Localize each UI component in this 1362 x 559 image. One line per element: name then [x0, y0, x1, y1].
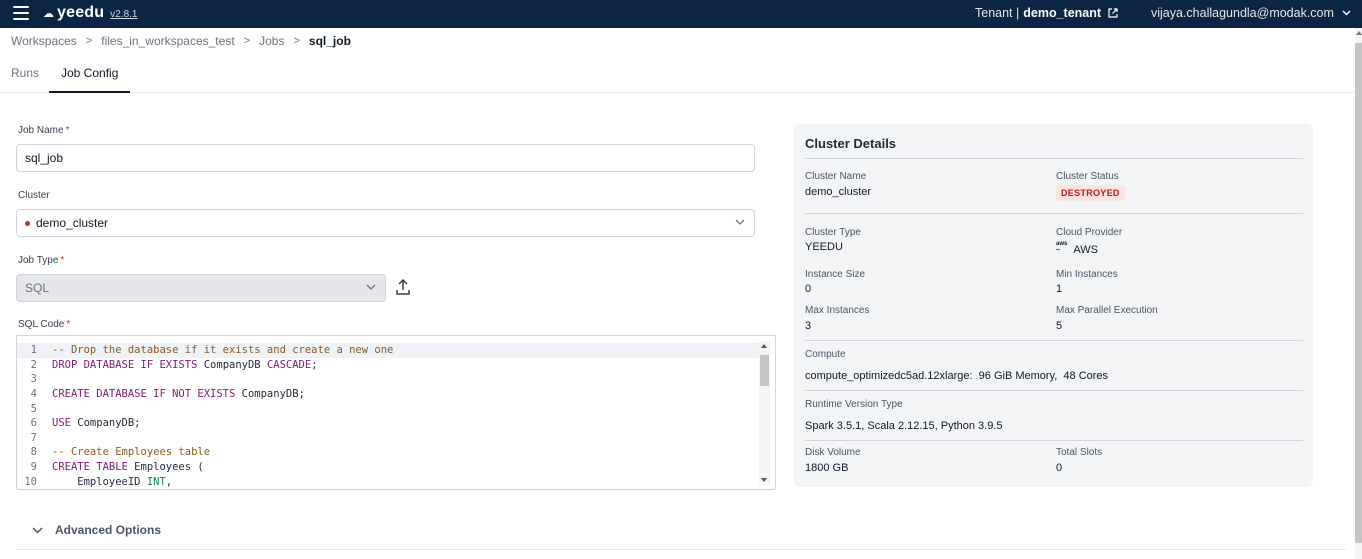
scroll-up-icon[interactable]: [761, 344, 767, 348]
active-tab-indicator: [49, 91, 130, 93]
menu-icon[interactable]: [13, 6, 29, 20]
editor-scroll-thumb[interactable]: [760, 355, 769, 386]
max-parallel-value: 5: [1056, 320, 1063, 332]
cluster-status-label: Cluster Status: [1056, 171, 1119, 182]
chevron-down-icon: [366, 284, 376, 290]
chevron-down-icon: [32, 527, 43, 533]
chevron-right-icon: >: [85, 35, 93, 47]
instance-size-value: 0: [805, 283, 812, 295]
chevron-right-icon: >: [243, 35, 251, 47]
disk-volume-value: 1800 GB: [805, 462, 849, 474]
code-line: 3: [30, 373, 37, 386]
cluster-select[interactable]: demo_cluster: [16, 209, 755, 237]
external-link-icon[interactable]: [1108, 8, 1118, 18]
code-line: 8 -- Create Employees table: [30, 446, 211, 459]
cluster-status-dot: [25, 220, 30, 226]
code-line: 9 CREATE TABLE Employees (: [30, 461, 204, 474]
user-email: vijaya.challagundla@modak.com: [1151, 6, 1334, 20]
breadcrumb-workspaces[interactable]: Workspaces: [11, 34, 77, 48]
min-instances-label: Min Instances: [1056, 269, 1118, 280]
code-line: 7: [30, 431, 37, 444]
page-scroll-thumb[interactable]: [1355, 43, 1362, 543]
cluster-label: Cluster: [18, 190, 50, 201]
advanced-options-label: Advanced Options: [55, 523, 162, 537]
upload-icon[interactable]: [395, 278, 411, 296]
code-line: 10 EmployeeID INT,: [24, 475, 173, 488]
cluster-type-value: YEEDU: [805, 241, 843, 253]
min-instances-value: 1: [1056, 283, 1063, 295]
breadcrumb-jobs[interactable]: Jobs: [259, 34, 284, 48]
max-instances-label: Max Instances: [805, 305, 870, 316]
cluster-status-badge: DESTROYED: [1056, 185, 1125, 201]
user-menu[interactable]: vijaya.challagundla@modak.com: [1151, 6, 1351, 20]
divider: [805, 158, 1303, 159]
instance-size-label: Instance Size: [805, 269, 866, 280]
cluster-name-value: demo_cluster: [805, 186, 872, 198]
code-line: 4 CREATE DATABASE IF NOT EXISTS CompanyDB…: [30, 388, 305, 401]
scroll-up-icon[interactable]: [1356, 31, 1362, 35]
tab-runs[interactable]: Runs: [11, 66, 39, 80]
divider: [805, 340, 1303, 341]
cloud-provider-label: Cloud Provider: [1056, 227, 1123, 238]
cluster-details-title: Cluster Details: [805, 136, 897, 151]
total-slots-value: 0: [1056, 462, 1063, 474]
job-type-select: SQL: [16, 274, 386, 302]
scroll-down-icon[interactable]: [761, 478, 767, 482]
cluster-details-card: Cluster Details Cluster Name demo_cluste…: [794, 124, 1313, 487]
max-parallel-label: Max Parallel Execution: [1056, 305, 1158, 316]
total-slots-label: Total Slots: [1056, 447, 1103, 458]
advanced-options-toggle[interactable]: Advanced Options: [16, 520, 161, 540]
job-name-input[interactable]: sql_job: [16, 144, 755, 172]
page-scrollbar[interactable]: [1355, 28, 1362, 559]
max-instances-value: 3: [805, 320, 812, 332]
disk-volume-label: Disk Volume: [805, 447, 861, 458]
cluster-type-label: Cluster Type: [805, 227, 861, 238]
cluster-name-label: Cluster Name: [805, 171, 867, 182]
compute-label: Compute: [805, 349, 846, 360]
code-line: 1 -- Drop the database if it exists and c…: [17, 343, 759, 358]
chevron-right-icon: >: [293, 35, 300, 47]
aws-logo-icon: aws ⌣: [1056, 241, 1068, 253]
app-logo[interactable]: ☁ yeedu v2.8.1: [43, 4, 138, 22]
tenant-name: demo_tenant: [1023, 6, 1102, 20]
cluster-select-value: demo_cluster: [36, 216, 109, 230]
breadcrumb-workspace[interactable]: files_in_workspaces_test: [101, 34, 234, 48]
divider: [16, 549, 1346, 550]
chevron-down-icon: [735, 219, 745, 225]
tenant-label: Tenant |: [975, 6, 1020, 20]
sql-code-label: SQL Code *: [18, 319, 71, 330]
editor-scrollbar[interactable]: [759, 341, 770, 485]
chevron-down-icon: [1342, 10, 1351, 16]
job-name-label: Job Name *: [18, 125, 70, 136]
tenant-switcher[interactable]: Tenant | demo_tenant: [975, 6, 1118, 20]
runtime-value: Spark 3.5.1, Scala 2.12.15, Python 3.9.5: [805, 420, 1003, 432]
compute-value: compute_optimizedc5ad.12xlarge: 96 GiB M…: [805, 370, 1109, 382]
job-type-value: SQL: [25, 281, 50, 295]
sql-code-editor[interactable]: 1 -- Drop the database if it exists and c…: [16, 335, 776, 490]
divider: [805, 390, 1303, 391]
job-type-label: Job Type *: [18, 255, 65, 266]
divider: [805, 440, 1303, 441]
breadcrumb: Workspaces > files_in_workspaces_test > …: [11, 34, 351, 48]
runtime-label: Runtime Version Type: [805, 399, 903, 410]
tab-job-config[interactable]: Job Config: [61, 66, 118, 80]
version-link[interactable]: v2.8.1: [110, 9, 137, 20]
cloud-provider-value: aws ⌣ AWS: [1056, 241, 1098, 256]
code-line: 2 DROP DATABASE IF EXISTS CompanyDB CASCA…: [30, 358, 318, 371]
logo-text: yeedu: [57, 4, 105, 21]
divider: [805, 213, 1303, 214]
top-nav-bar: ☁ yeedu v2.8.1 Tenant | demo_tenant vija…: [0, 0, 1362, 28]
breadcrumb-current: sql_job: [308, 34, 351, 48]
tab-bar: Runs Job Config: [0, 54, 1355, 93]
code-line: 5: [30, 402, 37, 415]
cloud-logo-icon: ☁: [43, 8, 54, 20]
code-line: 6 USE CompanyDB;: [30, 417, 141, 430]
job-name-value: sql_job: [25, 151, 64, 165]
